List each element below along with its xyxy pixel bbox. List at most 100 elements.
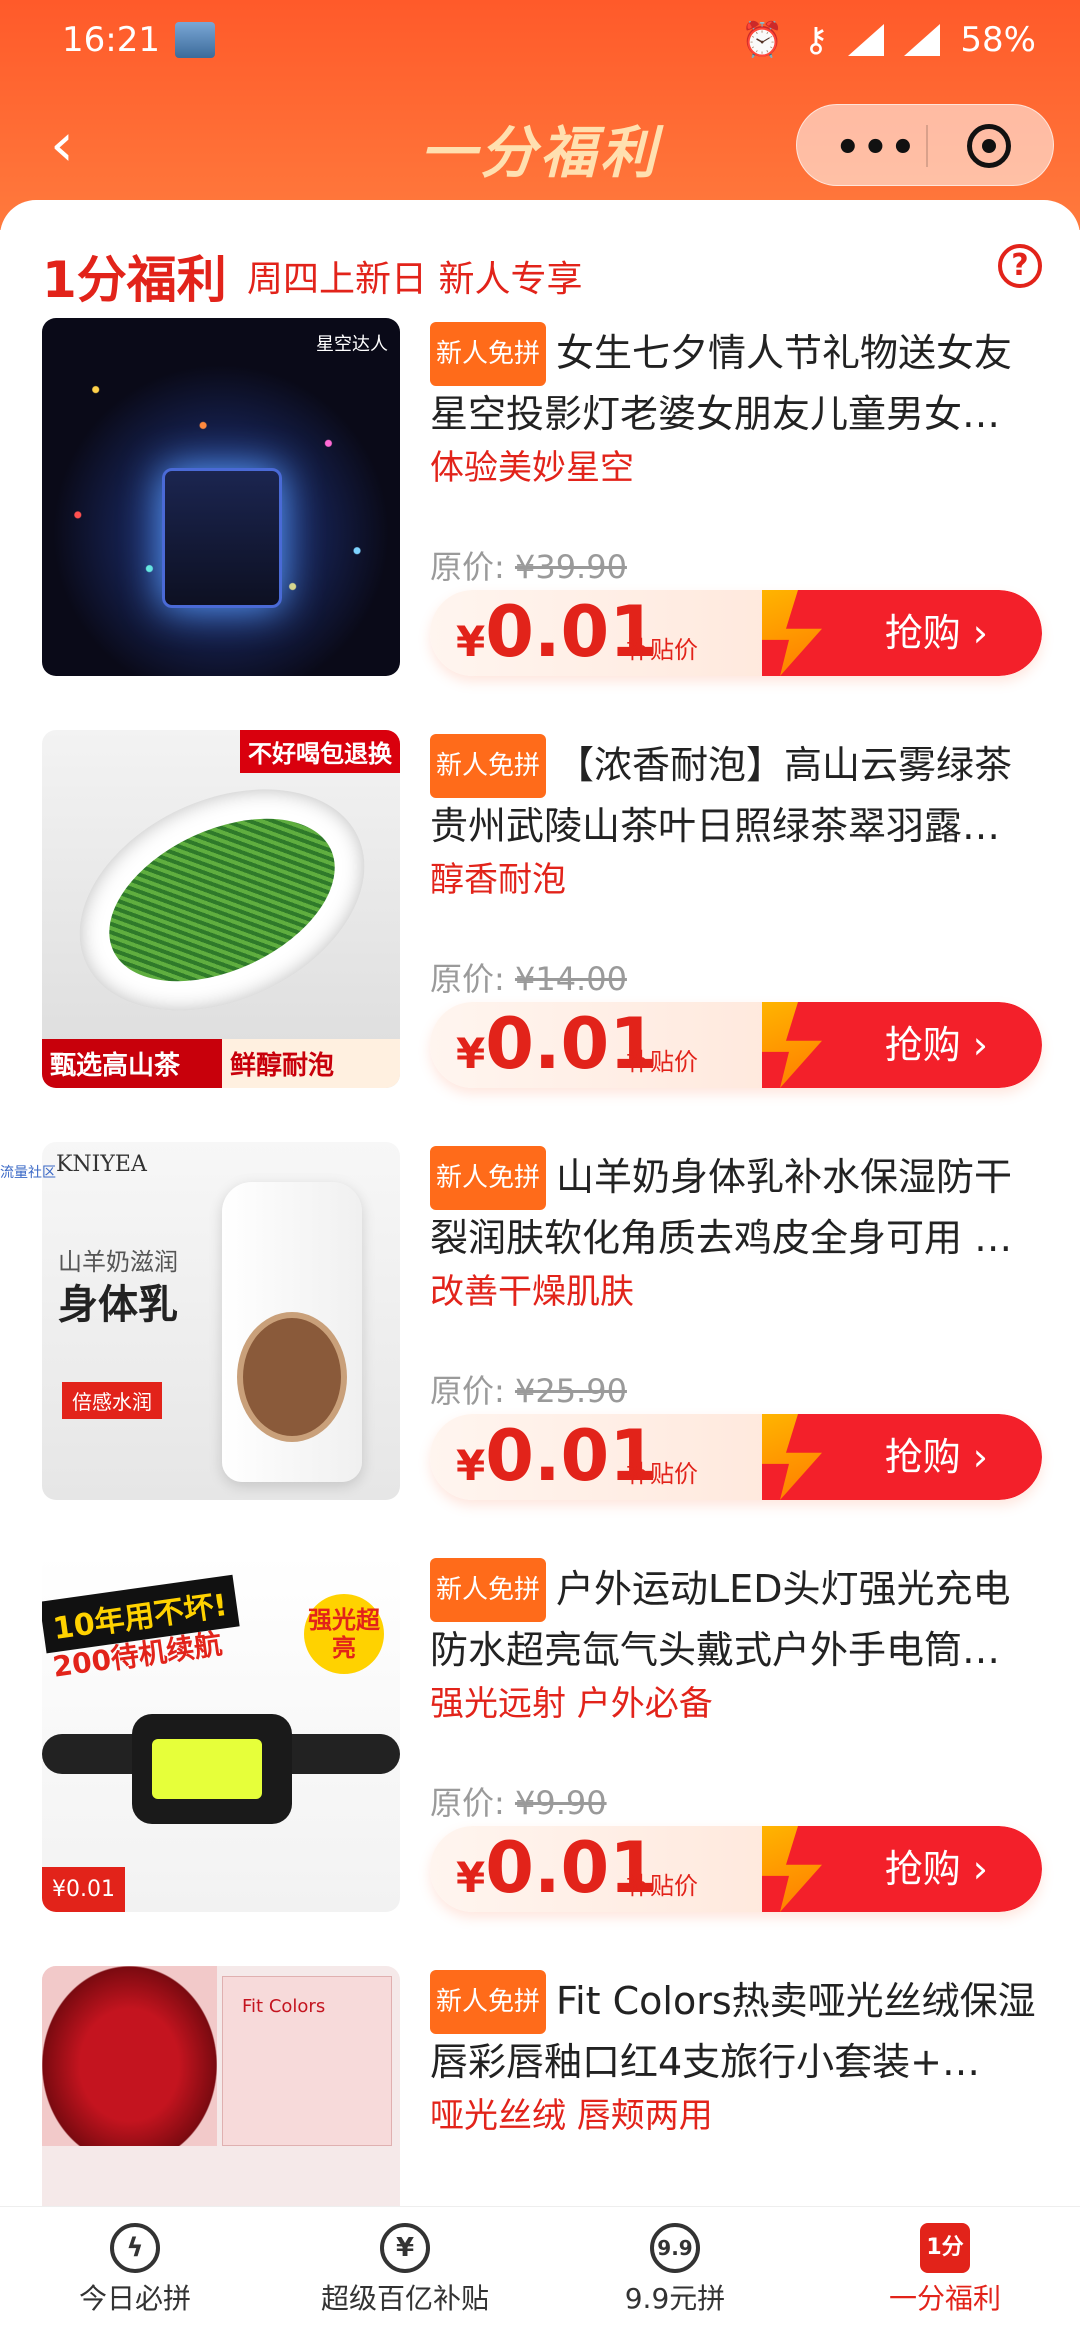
section-title: 1分福利 [42, 251, 227, 309]
image-line-2: 身体乳 [58, 1282, 178, 1328]
grab-button-label: 抢购 › [884, 1847, 988, 1891]
tab-subsidy[interactable]: ¥ 超级百亿补贴 [270, 2217, 540, 2337]
bottom-tab-bar: ϟ 今日必拼 ¥ 超级百亿补贴 9.9 9.9元拼 1分 一分福利 [0, 2206, 1080, 2340]
lightning-icon [762, 590, 822, 676]
close-target-icon[interactable] [967, 124, 1011, 168]
original-price-value: ¥9.90 [514, 1784, 607, 1822]
lightning-icon: ϟ [110, 2223, 160, 2273]
price-note: 补贴价 [626, 636, 698, 664]
currency-symbol: ¥ [456, 1441, 486, 1490]
image-badge-text: 不好喝包退换 [240, 730, 400, 773]
grab-button[interactable]: 抢购 › [762, 590, 1042, 676]
money-bag-icon: ¥ [380, 2223, 430, 2273]
product-image[interactable]: 星空达人 [42, 318, 400, 676]
status-time: 16:21 [62, 20, 160, 60]
buy-bar[interactable]: ¥0.01 补贴价 抢购 › [430, 1414, 1042, 1500]
content-panel: 1分福利 周四上新日 新人专享 ? 星空达人 新人免拼 女生七夕情人节礼物送女友星… [0, 200, 1080, 2210]
image-price-text: ¥0.01 [42, 1867, 125, 1912]
product-card[interactable]: KNIYEA 山羊奶滋润 身体乳 倍感水润 新人免拼 山羊奶身体乳补水保湿防干裂润… [42, 1142, 1042, 1502]
side-watermark: 流量社区 [0, 1165, 56, 1181]
product-name: 新人免拼 【浓香耐泡】高山云雾绿茶贵州武陵山茶叶日照绿茶翠羽露… [430, 734, 1042, 846]
lightning-icon [762, 1414, 822, 1500]
product-name: 新人免拼 Fit Colors热卖哑光丝绒保湿唇彩唇釉口红4支旅行小套装+… [430, 1970, 1042, 2082]
new-user-tag: 新人免拼 [430, 322, 547, 386]
section-subtitle: 周四上新日 新人专享 [247, 259, 583, 300]
image-bottom-left-text: 甄选高山茶 [42, 1039, 222, 1088]
tab-label: 一分福利 [888, 2282, 1001, 2315]
mini-program-capsule: ••• [796, 104, 1054, 186]
price-note: 补贴价 [626, 1048, 698, 1076]
product-info: 新人免拼 Fit Colors热卖哑光丝绒保湿唇彩唇釉口红4支旅行小套装+… 哑光… [430, 1966, 1042, 2210]
product-name: 新人免拼 户外运动LED头灯强光充电防水超亮氙气头戴式户外手电筒… [430, 1558, 1042, 1670]
tab-label: 9.9元拼 [624, 2282, 726, 2315]
selling-point: 强光远射 户外必备 [430, 1684, 713, 1724]
one-cent-icon: 1分 [920, 2223, 970, 2273]
image-bottom-right-text: 鲜醇耐泡 [222, 1039, 400, 1088]
grab-button-label: 抢购 › [884, 1435, 988, 1479]
nav-bar: ‹ 一分福利 ••• [0, 90, 1080, 200]
grab-button-label: 抢购 › [884, 611, 988, 655]
product-card[interactable]: 10年用不坏! 200待机续航 强光超亮 ¥0.01 新人免拼 户外运动LED头灯… [42, 1554, 1042, 1914]
header: 16:21 ⏰ ⚷ 58% ‹ 一分福利 ••• [0, 0, 1080, 230]
tab-today[interactable]: ϟ 今日必拼 [0, 2217, 270, 2337]
product-info: 新人免拼 山羊奶身体乳补水保湿防干裂润肤软化角质去鸡皮全身可用 … 改善干燥肌肤 … [430, 1142, 1042, 1502]
image-brand-text: 星空达人 [316, 334, 388, 355]
product-name: 新人免拼 山羊奶身体乳补水保湿防干裂润肤软化角质去鸡皮全身可用 … [430, 1146, 1042, 1258]
currency-symbol: ¥ [456, 1029, 486, 1078]
signal-4g-icon [904, 24, 941, 56]
help-icon[interactable]: ? [998, 244, 1042, 288]
capsule-divider [926, 125, 928, 167]
original-price-value: ¥39.90 [514, 548, 627, 586]
lightning-icon [762, 1002, 822, 1088]
currency-symbol: ¥ [456, 617, 486, 666]
original-price: 原价: ¥9.90 [430, 1778, 607, 1824]
tab-nine-nine[interactable]: 9.9 9.9元拼 [540, 2217, 810, 2337]
grab-button-label: 抢购 › [884, 1023, 988, 1067]
buy-bar[interactable]: ¥0.01 补贴价 抢购 › [430, 1826, 1042, 1912]
product-image[interactable]: 不好喝包退换 甄选高山茶 鲜醇耐泡 [42, 730, 400, 1088]
price-note: 补贴价 [626, 1460, 698, 1488]
status-bar: 16:21 ⏰ ⚷ 58% [0, 0, 1080, 80]
original-price-label: 原价: [430, 960, 505, 998]
more-icon[interactable]: ••• [835, 125, 918, 171]
product-info: 新人免拼 【浓香耐泡】高山云雾绿茶贵州武陵山茶叶日照绿茶翠羽露… 醇香耐泡 原价:… [430, 730, 1042, 1090]
lightning-icon [762, 1826, 822, 1912]
selling-point: 醇香耐泡 [430, 860, 566, 900]
nine-nine-icon: 9.9 [650, 2223, 700, 2273]
image-brand-text: KNIYEA [56, 1152, 147, 1177]
image-badge-text: 强光超亮 [304, 1594, 384, 1674]
original-price: 原价: ¥39.90 [430, 542, 627, 588]
product-info: 新人免拼 女生七夕情人节礼物送女友星空投影灯老婆女朋友儿童男女… 体验美妙星空 原… [430, 318, 1042, 678]
selling-point: 哑光丝绒 唇颊两用 [430, 2096, 713, 2136]
original-price: 原价: ¥25.90 [430, 1366, 627, 1412]
status-right: ⏰ ⚷ 58% [741, 20, 1036, 60]
product-image[interactable]: Fit Colors [42, 1966, 400, 2210]
original-price-value: ¥14.00 [514, 960, 627, 998]
key-icon: ⚷ [803, 20, 829, 60]
product-image[interactable]: 10年用不坏! 200待机续航 强光超亮 ¥0.01 [42, 1554, 400, 1912]
grab-button[interactable]: 抢购 › [762, 1002, 1042, 1088]
signal-icon [848, 24, 885, 56]
new-user-tag: 新人免拼 [430, 1970, 547, 2034]
product-name: 新人免拼 女生七夕情人节礼物送女友星空投影灯老婆女朋友儿童男女… [430, 322, 1042, 434]
price-note: 补贴价 [626, 1872, 698, 1900]
image-badge-text: 倍感水润 [62, 1382, 162, 1419]
new-user-tag: 新人免拼 [430, 734, 547, 798]
new-user-tag: 新人免拼 [430, 1558, 547, 1622]
product-image[interactable]: KNIYEA 山羊奶滋润 身体乳 倍感水润 [42, 1142, 400, 1500]
new-user-tag: 新人免拼 [430, 1146, 547, 1210]
product-card[interactable]: Fit Colors 新人免拼 Fit Colors热卖哑光丝绒保湿唇彩唇釉口红4… [42, 1966, 1042, 2210]
product-card[interactable]: 星空达人 新人免拼 女生七夕情人节礼物送女友星空投影灯老婆女朋友儿童男女… 体验美… [42, 318, 1042, 678]
tab-label: 超级百亿补贴 [320, 2282, 489, 2315]
grab-button[interactable]: 抢购 › [762, 1414, 1042, 1500]
gallery-notification-icon [175, 22, 215, 58]
buy-bar[interactable]: ¥0.01 补贴价 抢购 › [430, 590, 1042, 676]
selling-point: 改善干燥肌肤 [430, 1272, 634, 1312]
original-price-value: ¥25.90 [514, 1372, 627, 1410]
selling-point: 体验美妙星空 [430, 448, 634, 488]
grab-button[interactable]: 抢购 › [762, 1826, 1042, 1912]
product-card[interactable]: 不好喝包退换 甄选高山茶 鲜醇耐泡 新人免拼 【浓香耐泡】高山云雾绿茶贵州武陵山茶… [42, 730, 1042, 1090]
currency-symbol: ¥ [456, 1853, 486, 1902]
buy-bar[interactable]: ¥0.01 补贴价 抢购 › [430, 1002, 1042, 1088]
tab-one-cent[interactable]: 1分 一分福利 [810, 2217, 1080, 2337]
